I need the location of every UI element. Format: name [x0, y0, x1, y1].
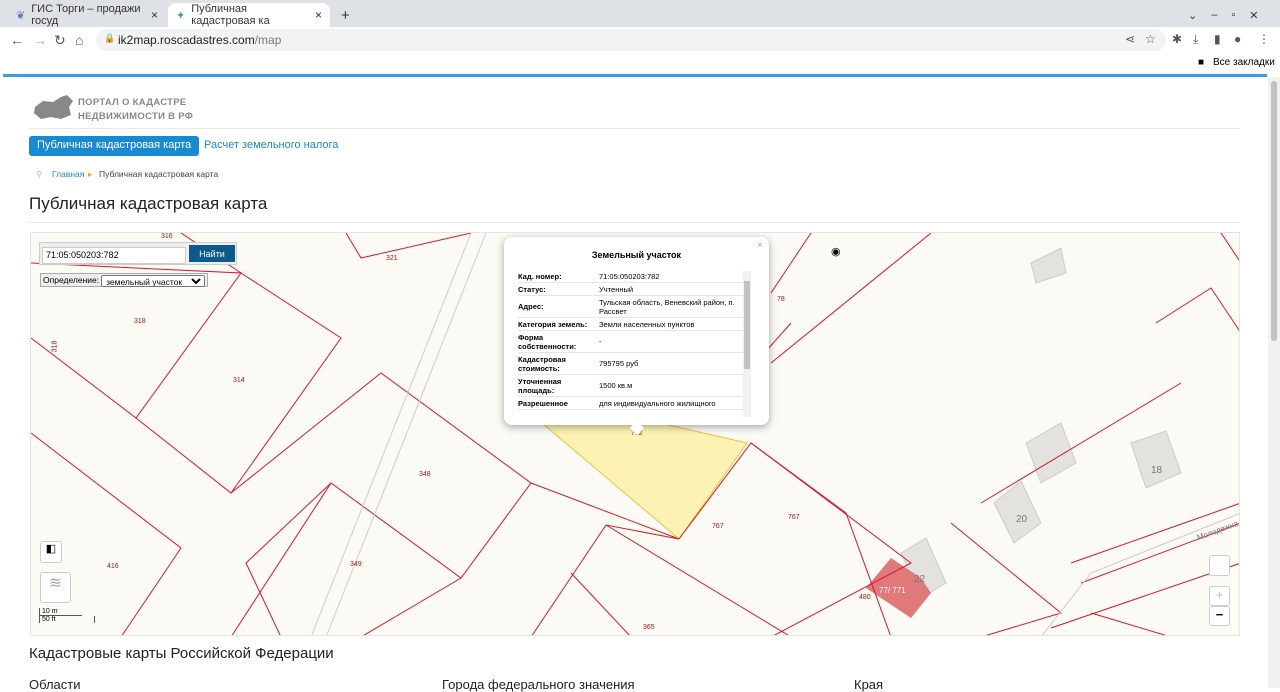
tab-gis-torgi[interactable]: ❦ ГИС Торги – продажи госуд × [8, 3, 166, 27]
sidepanel-icon[interactable]: ▮ [1214, 32, 1221, 46]
scale-bar: 10 m 50 ft [39, 608, 95, 623]
new-tab-button[interactable]: + [333, 3, 358, 27]
site-logo[interactable]: ПОРТАЛ О КАДАСТРЕ НЕДВИЖИМОСТИ В РФ [78, 96, 193, 124]
all-bookmarks[interactable]: Все закладки [1213, 57, 1275, 68]
layers-icon[interactable]: ≋ [40, 572, 71, 603]
building-shape [1025, 422, 1077, 484]
star-icon[interactable]: ☆ [1145, 32, 1156, 46]
info-row: Разрешенное для индивидуального жилищного [518, 397, 743, 410]
back-icon[interactable]: ← [10, 32, 24, 48]
menu-icon[interactable]: ⋮ [1258, 32, 1270, 46]
close-window-icon[interactable]: ✕ [1249, 9, 1258, 22]
info-row: Кадастровая стоимость: 795795 руб [518, 353, 743, 375]
close-tab-icon[interactable]: × [315, 8, 322, 22]
breadcrumb-arrow-icon: ▸ [88, 169, 93, 179]
lock-icon: 🔒 [104, 33, 116, 43]
zoom-in-button[interactable]: + [1209, 586, 1230, 606]
search-button[interactable]: Найти [189, 245, 235, 262]
building-shape [1130, 430, 1182, 489]
download-icon[interactable]: ⤓ [1193, 32, 1198, 47]
building-shape [1030, 247, 1067, 284]
site-icon: ✦ [176, 9, 186, 22]
cadastral-number-input[interactable] [42, 246, 186, 264]
building-shape [993, 480, 1042, 544]
popup-title: Земельный участок [591, 250, 682, 260]
minimize-icon[interactable]: – [1211, 9, 1217, 21]
info-row: Кад. номер: 71:05:050203:782 [518, 270, 743, 283]
map-option-button[interactable] [1209, 555, 1230, 576]
info-row: Уточненная площадь: 1500 кв.м [518, 375, 743, 397]
tab-bar: ❦ ГИС Торги – продажи госуд × ✦ Публичная к… [0, 0, 1280, 27]
share-icon[interactable]: ⋖ [1125, 32, 1135, 46]
nav-public-map[interactable]: Публичная кадастровая карта [29, 136, 200, 156]
reload-icon[interactable]: ↻ [54, 32, 66, 49]
fullscreen-icon[interactable]: ◧ [40, 541, 62, 563]
close-popup-icon[interactable]: × [757, 240, 763, 251]
cadastral-search: Найти [39, 242, 237, 265]
breadcrumb-current: Публичная кадастровая карта [99, 169, 219, 179]
zoom-out-button[interactable]: − [1209, 606, 1230, 626]
folder-icon: ■ [1198, 57, 1205, 68]
forward-icon[interactable]: → [33, 32, 47, 48]
breadcrumb-home[interactable]: Главная [52, 169, 84, 179]
cadastral-map[interactable]: 316 321 318 318 314 348 349 416 365 762 … [30, 232, 1240, 636]
parcel-info-popup: × Земельный участок Кад. номер: 71:05:050… [504, 237, 769, 436]
russia-logo-icon [34, 95, 73, 119]
column-regions: Области [29, 677, 81, 692]
page-scrollbar[interactable] [1268, 77, 1280, 688]
address-bar: ← → ↻ ⌂ 🔒 ik2map.roscadastres.com/map ⋖ ☆… [0, 27, 1280, 53]
popup-scrollbar[interactable] [743, 271, 751, 417]
info-row: Адрес: Тульская область, Веневский район,… [518, 296, 743, 318]
home-icon[interactable]: ⌂ [75, 32, 83, 48]
location-pin-icon: ⚲ [36, 169, 43, 179]
url-input[interactable]: 🔒 ik2map.roscadastres.com/map [96, 29, 1166, 51]
info-row: Форма собственности: - [518, 331, 743, 353]
maximize-icon[interactable]: ▫ [1231, 9, 1235, 21]
info-row: Категория земель: Земли населенных пункто… [518, 318, 743, 331]
column-krai: Края [854, 677, 884, 692]
extensions-icon[interactable]: ✱ [1172, 32, 1182, 46]
tab-cadastral-map[interactable]: ✦ Публичная кадастровая ка × [168, 3, 330, 27]
definition-select-wrap: Определение: земельный участок [40, 273, 209, 287]
page-title: Публичная кадастровая карта [29, 194, 268, 213]
info-row: Статус: Учтенный [518, 283, 743, 296]
definition-select[interactable]: земельный участок [101, 275, 206, 287]
tab-list-icon[interactable]: ⌄ [1188, 9, 1197, 22]
header-bar [3, 74, 1267, 77]
nav-land-tax[interactable]: Расчет земельного налога [204, 139, 338, 151]
column-federal-cities: Города федерального значения [442, 677, 635, 692]
eye-marker-icon[interactable]: ◉ [831, 245, 841, 258]
profile-icon[interactable]: ● [1234, 32, 1241, 46]
section-heading: Кадастровые карты Российской Федерации [29, 645, 334, 662]
emblem-icon: ❦ [16, 9, 26, 22]
close-tab-icon[interactable]: × [151, 8, 158, 22]
